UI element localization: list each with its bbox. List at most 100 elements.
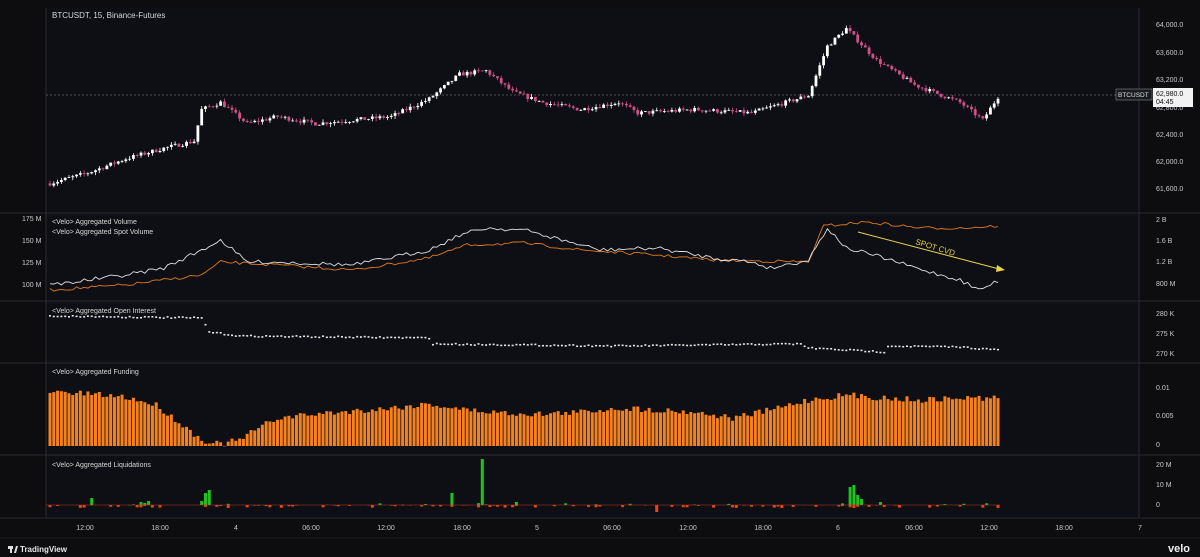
candle-body <box>651 110 655 114</box>
open-interest-point <box>49 315 51 317</box>
funding-bar <box>82 395 86 446</box>
funding-bar <box>310 415 314 446</box>
funding-bar <box>731 420 735 446</box>
open-interest-point <box>212 332 215 334</box>
liquidation-short-bar <box>245 505 249 508</box>
funding-bar <box>147 404 151 446</box>
open-interest-point <box>868 350 871 353</box>
funding-bar <box>700 411 704 446</box>
liquidation-short-bar <box>655 505 659 512</box>
candle-body <box>166 146 169 148</box>
open-interest-point <box>367 336 370 338</box>
funding-bar <box>708 415 712 446</box>
candle-body <box>753 110 757 113</box>
candle-body <box>655 110 659 112</box>
funding-bar <box>276 419 280 446</box>
price-tick: 64,000.0 <box>1156 22 1183 29</box>
candle-body <box>844 28 848 34</box>
candle-body <box>757 108 761 111</box>
liq-tick: 20 M <box>1156 462 1172 469</box>
open-interest-point <box>325 336 328 339</box>
candle-body <box>662 111 666 112</box>
open-interest-point <box>215 331 218 334</box>
candle-body <box>909 77 913 83</box>
funding-bar <box>768 410 772 446</box>
funding-bar <box>928 396 932 446</box>
candle-body <box>306 119 310 121</box>
liquidation-long-bar <box>878 502 882 505</box>
candle-body <box>537 100 541 102</box>
funding-bar <box>943 396 947 446</box>
candle-body <box>150 149 154 154</box>
open-interest-point <box>606 344 609 347</box>
funding-bar <box>776 405 780 446</box>
funding-bar <box>173 422 177 446</box>
funding-bar <box>139 400 143 446</box>
funding-bar <box>495 412 499 446</box>
funding-bar <box>302 413 306 446</box>
candle-body <box>818 65 822 76</box>
funding-bar <box>719 416 723 446</box>
candle-body <box>697 107 700 111</box>
funding-bar <box>973 397 977 446</box>
liquidation-short-bar <box>882 505 886 508</box>
funding-bar <box>348 414 352 446</box>
candle-body <box>124 159 128 162</box>
candle-body <box>731 110 734 112</box>
open-interest-point <box>322 335 325 337</box>
funding-bar <box>131 397 135 446</box>
open-interest-point <box>287 336 290 338</box>
funding-bar <box>985 397 989 446</box>
funding-bar <box>962 399 966 446</box>
candle-body <box>981 116 985 119</box>
candle-body <box>268 118 272 121</box>
open-interest-point <box>644 344 647 346</box>
candle-body <box>215 105 219 107</box>
candle-body <box>238 112 241 119</box>
funding-bar <box>442 407 446 446</box>
liquidations-pane[interactable] <box>46 456 1139 518</box>
candle-body <box>78 173 82 175</box>
funding-bar <box>105 396 109 446</box>
open-interest-point <box>189 317 192 319</box>
candle-body <box>230 107 234 110</box>
open-interest-point <box>378 336 381 338</box>
open-interest-point <box>526 344 529 346</box>
time-axis[interactable]: 12:00 18:00 4 06:00 12:00 18:00 5 06:00 … <box>76 525 1142 532</box>
candle-body <box>556 104 560 106</box>
open-interest-point <box>955 346 958 348</box>
liquidations-label: <Velo> Aggregated Liquidations <box>52 462 151 469</box>
open-interest-point <box>128 315 131 318</box>
funding-bar <box>530 416 534 446</box>
funding-bar <box>799 404 803 446</box>
price-tick: 61,600.0 <box>1156 186 1183 193</box>
candle-body <box>799 96 803 100</box>
funding-bar <box>382 409 386 446</box>
candle-body <box>204 106 207 109</box>
candle-body <box>901 74 905 79</box>
open-interest-point <box>314 336 317 338</box>
liquidation-short-bar <box>897 505 901 508</box>
candle-body <box>530 96 533 99</box>
time-tick: 06:00 <box>302 525 320 532</box>
funding-bar <box>86 391 90 446</box>
funding-bar <box>48 392 52 446</box>
candle-body <box>52 183 56 186</box>
liquidation-short-bar <box>139 505 143 508</box>
open-interest-point <box>629 345 632 347</box>
funding-bar <box>628 410 632 446</box>
open-interest-point <box>659 345 662 347</box>
funding-bar <box>257 428 261 446</box>
funding-bar <box>511 414 515 446</box>
candle-body <box>249 121 253 123</box>
funding-bar <box>200 440 204 446</box>
funding-bar <box>966 395 970 446</box>
open-interest-point <box>621 344 624 347</box>
candle-body <box>147 153 150 155</box>
open-interest-point <box>359 336 362 338</box>
trading-chart[interactable]: BTCUSDT, 15, Binance-Futures <Velo> Aggr… <box>0 0 1200 557</box>
funding-bar <box>75 393 79 446</box>
candle-body <box>708 110 712 112</box>
open-interest-point <box>788 343 791 345</box>
open-interest-point <box>761 344 764 346</box>
